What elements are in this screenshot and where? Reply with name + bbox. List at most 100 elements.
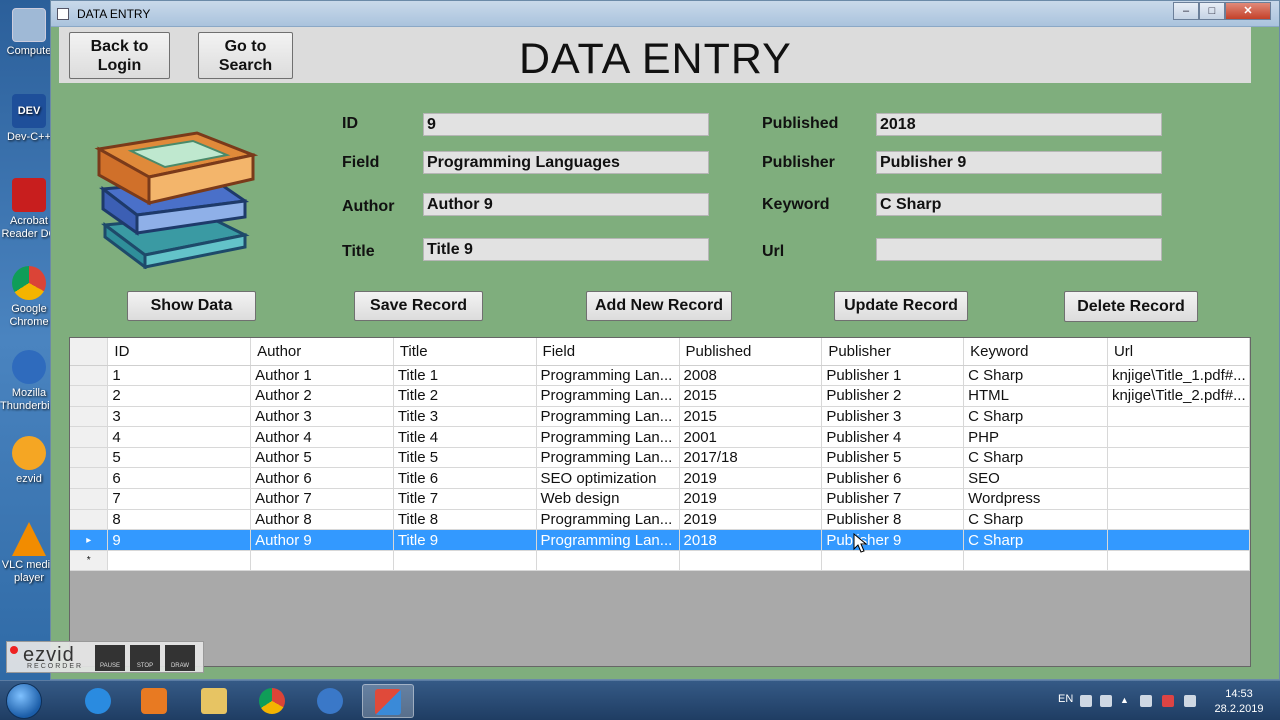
row-header-cell[interactable] bbox=[70, 509, 109, 531]
table-cell[interactable]: Publisher 6 bbox=[821, 467, 965, 490]
table-cell[interactable]: Programming Lan... bbox=[536, 385, 680, 407]
table-cell[interactable]: Publisher 5 bbox=[821, 447, 965, 469]
table-cell[interactable] bbox=[679, 550, 823, 571]
title-field[interactable]: Title 9 bbox=[423, 238, 709, 261]
grid-column-header[interactable]: Title bbox=[393, 338, 537, 366]
table-cell[interactable]: Title 9 bbox=[393, 529, 537, 551]
table-cell[interactable]: 9 bbox=[107, 529, 252, 551]
row-header-cell[interactable] bbox=[70, 385, 109, 407]
table-cell[interactable]: C Sharp bbox=[963, 365, 1108, 387]
table-cell[interactable]: Publisher 7 bbox=[821, 488, 965, 510]
start-button[interactable] bbox=[6, 683, 42, 719]
table-cell[interactable]: knjige\Title_2.pdf#... bbox=[1107, 385, 1250, 407]
back-to-login-button[interactable]: Back to Login bbox=[69, 32, 170, 79]
table-cell[interactable]: Author 4 bbox=[250, 426, 394, 448]
table-row[interactable]: 7 Author 7 Title 7 Web design 2019 Publisher … bbox=[70, 488, 1250, 510]
table-cell[interactable]: Author 1 bbox=[250, 365, 394, 387]
table-cell[interactable]: Programming Lan... bbox=[536, 447, 680, 469]
grid-column-header[interactable]: Publisher bbox=[821, 338, 965, 366]
table-cell[interactable]: knjige\Title_1.pdf#... bbox=[1107, 365, 1250, 387]
keyword-field[interactable]: C Sharp bbox=[876, 193, 1162, 216]
table-cell[interactable] bbox=[1107, 426, 1250, 448]
table-cell[interactable] bbox=[1107, 529, 1250, 551]
save-record-button[interactable]: Save Record bbox=[354, 291, 483, 321]
table-row[interactable]: 2 Author 2 Title 2 Programming Lan... 2015 Pu… bbox=[70, 385, 1250, 407]
table-cell[interactable] bbox=[1107, 467, 1250, 490]
table-cell[interactable]: Author 8 bbox=[250, 509, 394, 531]
table-cell[interactable]: Programming Lan... bbox=[536, 529, 680, 551]
table-cell[interactable] bbox=[107, 550, 252, 571]
taskbar-thunderbird[interactable] bbox=[304, 684, 356, 718]
table-row[interactable]: 1 Author 1 Title 1 Programming Lan... 2008 Pu… bbox=[70, 365, 1250, 387]
keyboard-icon[interactable] bbox=[1080, 695, 1092, 707]
table-cell[interactable]: Author 7 bbox=[250, 488, 394, 510]
table-cell[interactable]: HTML bbox=[963, 385, 1108, 407]
row-header-cell[interactable] bbox=[70, 365, 109, 387]
table-cell[interactable]: Web design bbox=[536, 488, 680, 510]
action-center-icon[interactable] bbox=[1162, 695, 1174, 707]
table-cell[interactable]: Title 3 bbox=[393, 406, 537, 428]
table-cell[interactable]: 4 bbox=[107, 426, 252, 448]
new-row[interactable]: * bbox=[70, 550, 1250, 571]
show-data-button[interactable]: Show Data bbox=[127, 291, 256, 321]
taskbar-ie[interactable] bbox=[72, 684, 124, 718]
row-header-cell[interactable] bbox=[70, 426, 109, 448]
table-cell[interactable] bbox=[250, 550, 394, 571]
grid-column-header[interactable]: Keyword bbox=[963, 338, 1108, 366]
table-cell[interactable]: SEO optimization bbox=[536, 467, 680, 490]
table-cell[interactable]: 8 bbox=[107, 509, 252, 531]
power-icon[interactable] bbox=[1184, 695, 1196, 707]
table-cell[interactable]: 1 bbox=[107, 365, 252, 387]
table-cell[interactable] bbox=[536, 550, 680, 571]
table-cell[interactable]: Publisher 1 bbox=[821, 365, 965, 387]
author-field[interactable]: Author 9 bbox=[423, 193, 709, 216]
table-cell[interactable]: Title 8 bbox=[393, 509, 537, 531]
maximize-button[interactable]: □ bbox=[1199, 2, 1225, 20]
table-cell[interactable]: 2018 bbox=[679, 529, 823, 551]
table-row[interactable]: ▸ 9 Author 9 Title 9 Programming Lan... 2018 P… bbox=[70, 529, 1250, 551]
show-hidden-icons-icon[interactable]: ▲ bbox=[1120, 695, 1132, 707]
table-row[interactable]: 5 Author 5 Title 5 Programming Lan... 2017/1… bbox=[70, 447, 1250, 469]
taskbar-explorer[interactable] bbox=[188, 684, 240, 718]
stop-button[interactable]: STOP bbox=[130, 645, 160, 671]
draw-button[interactable]: DRAW bbox=[165, 645, 195, 671]
table-cell[interactable]: Publisher 3 bbox=[821, 406, 965, 428]
grid-column-header[interactable]: ID bbox=[107, 338, 252, 366]
table-cell[interactable]: Title 2 bbox=[393, 385, 537, 407]
grid-column-header[interactable]: Author bbox=[250, 338, 394, 366]
row-header-cell[interactable] bbox=[70, 467, 109, 490]
id-field[interactable]: 9 bbox=[423, 113, 709, 136]
table-cell[interactable] bbox=[1107, 447, 1250, 469]
table-cell[interactable]: Publisher 2 bbox=[821, 385, 965, 407]
table-cell[interactable]: 2015 bbox=[679, 406, 823, 428]
table-cell[interactable]: Title 4 bbox=[393, 426, 537, 448]
table-cell[interactable]: Publisher 4 bbox=[821, 426, 965, 448]
close-button[interactable]: ✕ bbox=[1225, 2, 1271, 20]
table-cell[interactable]: 3 bbox=[107, 406, 252, 428]
table-cell[interactable]: C Sharp bbox=[963, 529, 1108, 551]
grid-column-header[interactable]: Url bbox=[1107, 338, 1250, 366]
row-header-cell[interactable]: ▸ bbox=[70, 529, 109, 551]
table-cell[interactable]: Title 7 bbox=[393, 488, 537, 510]
field-input[interactable]: Programming Languages bbox=[423, 151, 709, 174]
table-cell[interactable]: Author 5 bbox=[250, 447, 394, 469]
table-cell[interactable]: Programming Lan... bbox=[536, 365, 680, 387]
row-header-cell[interactable] bbox=[70, 447, 109, 469]
table-cell[interactable] bbox=[1107, 550, 1250, 571]
table-cell[interactable]: C Sharp bbox=[963, 406, 1108, 428]
table-cell[interactable]: SEO bbox=[963, 467, 1108, 490]
go-to-search-button[interactable]: Go to Search bbox=[198, 32, 293, 79]
table-cell[interactable]: 7 bbox=[107, 488, 252, 510]
table-row[interactable]: 8 Author 8 Title 8 Programming Lan... 2019 Pu… bbox=[70, 509, 1250, 531]
table-cell[interactable]: Wordpress bbox=[963, 488, 1108, 510]
network-icon[interactable] bbox=[1100, 695, 1112, 707]
publisher-field[interactable]: Publisher 9 bbox=[876, 151, 1162, 174]
table-cell[interactable]: Programming Lan... bbox=[536, 426, 680, 448]
table-cell[interactable]: 2019 bbox=[679, 509, 823, 531]
taskbar-media[interactable] bbox=[128, 684, 180, 718]
window-titlebar[interactable]: DATA ENTRY – □ ✕ bbox=[51, 1, 1279, 27]
table-cell[interactable]: Publisher 8 bbox=[821, 509, 965, 531]
table-cell[interactable]: Title 6 bbox=[393, 467, 537, 490]
table-cell[interactable]: 2001 bbox=[679, 426, 823, 448]
table-cell[interactable]: 2008 bbox=[679, 365, 823, 387]
